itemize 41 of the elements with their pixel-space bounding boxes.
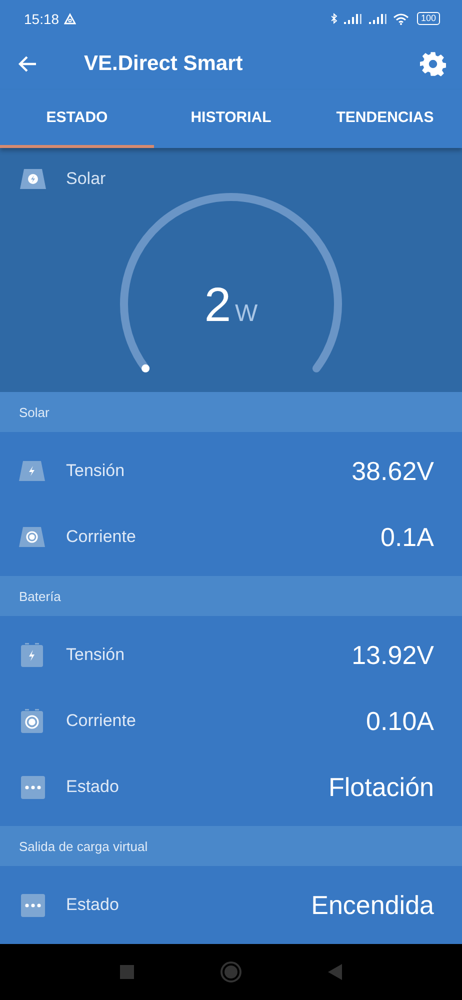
home-icon[interactable] (220, 961, 242, 984)
signal-icon (342, 12, 363, 25)
row-value: Flotación (328, 772, 434, 803)
section-title: Batería (19, 588, 61, 604)
wifi-icon (392, 12, 409, 25)
row-label: Tensión (66, 461, 125, 482)
battery-target-icon (18, 708, 46, 734)
row-value: Encendida (311, 890, 434, 921)
row-label: Corriente (66, 711, 136, 732)
solar-panel-icon (19, 168, 47, 190)
recents-icon[interactable] (120, 965, 134, 980)
row-label: Corriente (66, 527, 136, 548)
status-time: 15:18 (24, 10, 60, 27)
solar-panel-target-icon (18, 526, 46, 548)
signal-icon (368, 12, 388, 25)
row-value: 13.92V (352, 640, 434, 671)
tab[interactable]: HISTORIAL (154, 90, 308, 148)
power-value: 2 (204, 278, 232, 332)
app-title: VE.Direct Smart (84, 52, 243, 76)
row-value: 0.1A (380, 522, 434, 553)
battery-indicator: 100 (416, 12, 440, 26)
section-title: Salida de carga virtual (19, 838, 148, 854)
tab[interactable]: TENDENCIAS (308, 90, 462, 148)
row-value: 38.62V (352, 456, 434, 487)
power-unit: W (235, 300, 258, 327)
back-arrow-icon[interactable] (18, 54, 38, 74)
battery-bolt-icon (18, 642, 46, 668)
gauge-label: Solar (66, 168, 106, 189)
settings-icon[interactable] (420, 50, 446, 77)
more-icon (18, 774, 46, 800)
triangle-icon (64, 12, 76, 25)
gauge-pointer (142, 364, 150, 372)
solar-panel-bolt-icon (18, 460, 46, 482)
more-icon (18, 892, 46, 918)
row-label: Estado (66, 895, 119, 916)
row-label: Tensión (66, 645, 125, 666)
section-title: Solar (19, 404, 50, 420)
row-value: 0.10A (366, 706, 434, 737)
back-icon[interactable] (328, 964, 342, 980)
bluetooth-icon (330, 12, 338, 26)
row-label: Estado (66, 777, 119, 798)
